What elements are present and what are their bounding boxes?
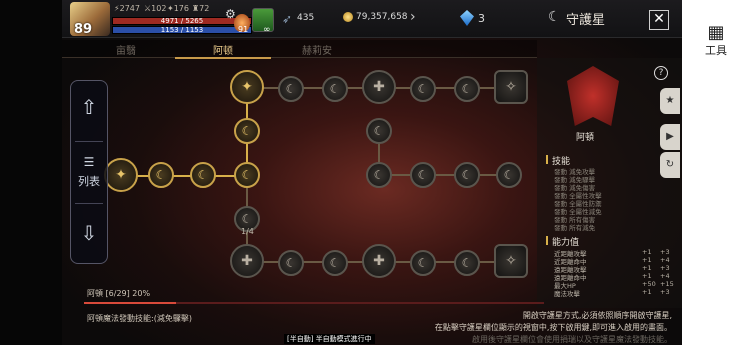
help-icon[interactable]: ? xyxy=(654,66,668,80)
star-node[interactable]: ☾ xyxy=(322,250,348,276)
stat-2: ⚔102 xyxy=(144,4,167,13)
divider xyxy=(75,203,103,204)
star-node[interactable]: ☾ xyxy=(410,250,436,276)
star-node[interactable]: ☾ xyxy=(278,76,304,102)
star-node[interactable]: ☾ xyxy=(366,118,392,144)
star-node[interactable]: ☾ xyxy=(366,162,392,188)
down-arrow-icon[interactable]: ⇩ xyxy=(71,221,107,245)
progress-label: 阿頓 [6/29] 20% xyxy=(87,289,151,298)
star-node[interactable]: ☾ xyxy=(410,162,436,188)
wing-count: 435 xyxy=(297,13,315,23)
star-node-start[interactable]: ✦ xyxy=(230,70,264,104)
star-node[interactable]: ☾ xyxy=(234,162,260,188)
star-node-side[interactable]: ✦ xyxy=(104,158,138,192)
close-button[interactable]: ✕ xyxy=(649,10,669,30)
hint-line-2: 在點擊守護星欄位顯示的視窗中,按下啟用鍵,即可進入啟用的畫面。 xyxy=(434,323,672,332)
tab-first[interactable]: 亩翳 xyxy=(86,42,166,57)
gold-amount: 79,357,658 xyxy=(356,12,408,22)
star-node-end[interactable]: ✧ xyxy=(494,70,528,104)
star-node[interactable]: ☾ xyxy=(410,76,436,102)
window-title: 守護星 xyxy=(566,13,606,28)
node-counter: 1/4 xyxy=(241,227,254,236)
gem-count: 3 xyxy=(478,12,485,25)
player-level: 89 xyxy=(74,22,93,37)
infinity-count: ∞ xyxy=(263,25,271,35)
tab-aton[interactable]: 阿顿 xyxy=(183,42,263,57)
progress-fill xyxy=(84,302,176,304)
stat-1: ⚡2747 xyxy=(114,4,140,13)
stat-3: ✦176 xyxy=(167,4,189,13)
star-node[interactable]: ☾ xyxy=(454,76,480,102)
wing-icon: ➶ xyxy=(282,12,293,26)
star-node[interactable]: ☾ xyxy=(234,118,260,144)
star-node[interactable]: ☾ xyxy=(496,162,522,188)
tab-helian[interactable]: 赫莉安 xyxy=(277,42,357,57)
tools-label: 工具 xyxy=(705,44,727,57)
game-window: 89 ⚡2747 ⚔102 ✦176 ♜72 4971 / 5265 1153 … xyxy=(62,0,682,345)
star-node-end[interactable]: ✧ xyxy=(494,244,528,278)
star-node[interactable]: ✚ xyxy=(230,244,264,278)
stat-4: ♜72 xyxy=(192,4,210,13)
skill-item: 發動 所有減免 xyxy=(554,224,596,232)
list-button-label[interactable]: 列表 xyxy=(71,173,107,189)
grid-icon: ▦ xyxy=(707,22,725,43)
star-node[interactable]: ✚ xyxy=(362,70,396,104)
refresh-tab-icon[interactable]: ↻ xyxy=(660,152,680,178)
list-icon[interactable]: ☰ xyxy=(71,155,107,169)
system-sidebar: ▦ 工具 xyxy=(682,0,750,345)
star-tab-icon[interactable]: ★ xyxy=(660,88,680,114)
star-node[interactable]: ☾ xyxy=(454,250,480,276)
auto-mode-status: [半自動] 半自動模式進行中 xyxy=(284,334,375,344)
chevron-right-icon[interactable]: › xyxy=(410,9,416,25)
guardian-star-icon: ☾ xyxy=(548,9,561,25)
star-node[interactable]: ☾ xyxy=(454,162,480,188)
up-arrow-icon[interactable]: ⇧ xyxy=(71,95,107,119)
star-node[interactable]: ☾ xyxy=(190,162,216,188)
potion-count: 91 xyxy=(238,25,249,34)
gold-coin-icon xyxy=(343,12,353,22)
tab-bar: 亩翳 阿顿 赫莉安 xyxy=(62,40,537,58)
tools-button[interactable]: ▦ 工具 xyxy=(692,24,740,58)
screen-left-edge xyxy=(0,0,62,345)
active-tab-underline xyxy=(175,57,271,59)
gem-icon xyxy=(460,10,474,26)
section-marker xyxy=(546,155,548,164)
top-status-bar: 89 ⚡2747 ⚔102 ✦176 ♜72 4971 / 5265 1153 … xyxy=(62,0,682,38)
star-node[interactable]: ✚ xyxy=(362,244,396,278)
ability-row: 魔法攻擊 +1 +3 xyxy=(554,288,670,298)
magic-skill-text: 阿頓魔法發動技能:(減免驟擊) xyxy=(87,314,192,323)
side-panel: ⇧ ☰ 列表 ⇩ xyxy=(70,80,108,264)
star-node[interactable]: ☾ xyxy=(278,250,304,276)
star-node[interactable]: ☾ xyxy=(148,162,174,188)
divider xyxy=(75,141,103,142)
section-marker xyxy=(546,236,548,245)
hint-line-1: 開啟守護星方式,必須依照順序開啟守護星, xyxy=(522,311,672,320)
mp-bar: 1153 / 1153 xyxy=(112,26,252,34)
abilities-header: 能力值 xyxy=(552,238,580,248)
play-tab-icon[interactable]: ▶ xyxy=(660,124,680,150)
emblem-name: 阿頓 xyxy=(576,133,595,143)
hint-line-3: 啟用後守護星欄位會使用捐瑞以及守護星魔法發動技能。 xyxy=(472,335,672,344)
star-node[interactable]: ☾ xyxy=(322,76,348,102)
